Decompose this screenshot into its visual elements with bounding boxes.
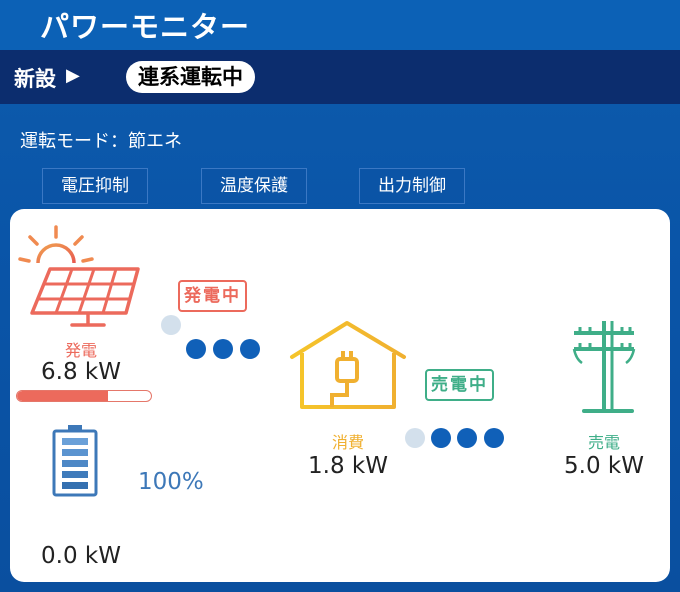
- flow-dot: [240, 339, 260, 359]
- flag-temperature-protection: 温度保護: [201, 168, 307, 204]
- generation-value: 6.8 kW: [41, 359, 121, 385]
- page-title: パワーモニター: [40, 10, 251, 44]
- generating-status-tag: 発電中: [178, 280, 247, 312]
- generation-progress-bar: [16, 390, 152, 402]
- consumption-label: 消費: [331, 433, 364, 452]
- generation-label: 発電: [64, 341, 97, 360]
- flag-voltage-suppression: 電圧抑制: [42, 168, 148, 204]
- selling-label: 売電: [587, 433, 620, 452]
- battery-power-value: 0.0 kW: [41, 543, 121, 569]
- battery-icon: [50, 423, 102, 503]
- flow-dot: [213, 339, 233, 359]
- power-flow-panel: 発電 6.8 kW 発電中 100% 0.0 kW 消費 1.8 kW 売電中 …: [10, 209, 670, 582]
- title-bar: パワーモニター: [0, 0, 680, 50]
- flow-dot: [484, 428, 504, 448]
- solar-panel-icon: [16, 223, 146, 335]
- status-bar: 新設 ▶ 連系運転中: [0, 50, 680, 104]
- selling-value: 5.0 kW: [564, 453, 644, 479]
- selling-status-tag: 売電中: [425, 369, 494, 401]
- flow-dot: [431, 428, 451, 448]
- consumption-value: 1.8 kW: [308, 453, 388, 479]
- battery-charge-percent: 100%: [138, 469, 204, 495]
- install-type-label: 新設: [14, 67, 56, 91]
- grid-connection-status-pill: 連系運転中: [126, 61, 255, 93]
- house-consumption-icon: [288, 317, 408, 417]
- flow-dot: [186, 339, 206, 359]
- flow-dot: [161, 315, 181, 335]
- flag-output-control: 出力制御: [359, 168, 465, 204]
- utility-pole-icon: [568, 319, 640, 419]
- operation-mode-text: 運転モード：節エネ: [20, 131, 182, 152]
- play-arrow-icon: ▶: [66, 65, 80, 86]
- flow-dot: [457, 428, 477, 448]
- flow-dot: [405, 428, 425, 448]
- generation-progress-fill: [17, 391, 109, 401]
